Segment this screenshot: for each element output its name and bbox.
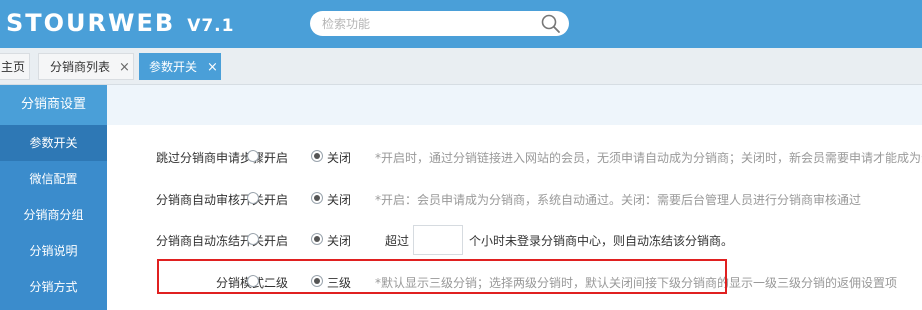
close-icon[interactable]: × [207,54,218,81]
sidebar-item-wechat-config[interactable]: 微信配置 [0,161,107,197]
logo: STOURWEB V7.1 [6,8,234,41]
setting-row-skip-apply: 跳过分销商申请步骤: 开启 关闭 *开启时，通过分销链接进入网站的会员，无须申请… [107,142,922,172]
logo-text: STOURWEB [6,9,176,37]
radio-open[interactable] [247,233,259,245]
setting-hint: *开启：会员申请成为分销商，系统自动通过。关闭：需要后台管理人员进行分销商审核通… [375,193,862,207]
search-input[interactable] [322,14,537,33]
radio-close-label: 关闭 [327,234,352,248]
freeze-hours-input[interactable] [413,225,463,255]
tab-bar: 主页 分销商列表 × 参数开关 × [0,48,922,85]
setting-row-auto-audit: 分销商自动审核开关: 开启 关闭 *开启：会员申请成为分销商，系统自动通过。关闭… [107,184,922,214]
tab-home-label: 主页 [1,60,26,74]
freeze-prefix: 超过 [385,234,410,248]
radio-close[interactable] [311,233,323,245]
tab-distributor-list-label: 分销商列表 [50,60,111,74]
content-header-strip [107,85,922,125]
freeze-suffix: 个小时未登录分销商中心，则自动冻结该分销商。 [469,234,734,248]
sidebar-item-param-switch[interactable]: 参数开关 [0,125,107,161]
radio-open-label: 开启 [264,193,289,207]
radio-close-label: 关闭 [327,151,352,165]
search-box[interactable] [310,11,569,36]
close-icon[interactable]: × [119,54,130,81]
highlight-box [157,259,727,294]
radio-open-label: 开启 [264,234,289,248]
radio-open[interactable] [247,192,259,204]
radio-open-label: 开启 [264,151,289,165]
sidebar-item-distribution-desc[interactable]: 分销说明 [0,233,107,269]
setting-row-auto-freeze: 分销商自动冻结开关: 开启 关闭 超过 个小时未登录分销商中心，则自动冻结该分销… [107,225,922,255]
radio-open[interactable] [247,150,259,162]
sidebar-item-distribution-method[interactable]: 分销方式 [0,269,107,305]
setting-hint: *开启时，通过分销链接进入网站的会员，无须申请自动成为分销商；关闭时，新会员需要… [375,151,922,165]
radio-close-label: 关闭 [327,193,352,207]
tab-param-switch[interactable]: 参数开关 × [139,53,221,80]
version-label: V7.1 [187,16,235,36]
tab-distributor-list[interactable]: 分销商列表 × [38,53,134,80]
tab-param-switch-label: 参数开关 [149,60,198,74]
sidebar: 分销商设置 参数开关 微信配置 分销商分组 分销说明 分销方式 [0,85,107,310]
top-bar: STOURWEB V7.1 [0,0,922,48]
tab-home[interactable]: 主页 [0,53,30,80]
search-icon[interactable] [540,13,562,35]
sidebar-title: 分销商设置 [0,85,107,125]
radio-close[interactable] [311,150,323,162]
radio-close[interactable] [311,192,323,204]
sidebar-item-distributor-group[interactable]: 分销商分组 [0,197,107,233]
